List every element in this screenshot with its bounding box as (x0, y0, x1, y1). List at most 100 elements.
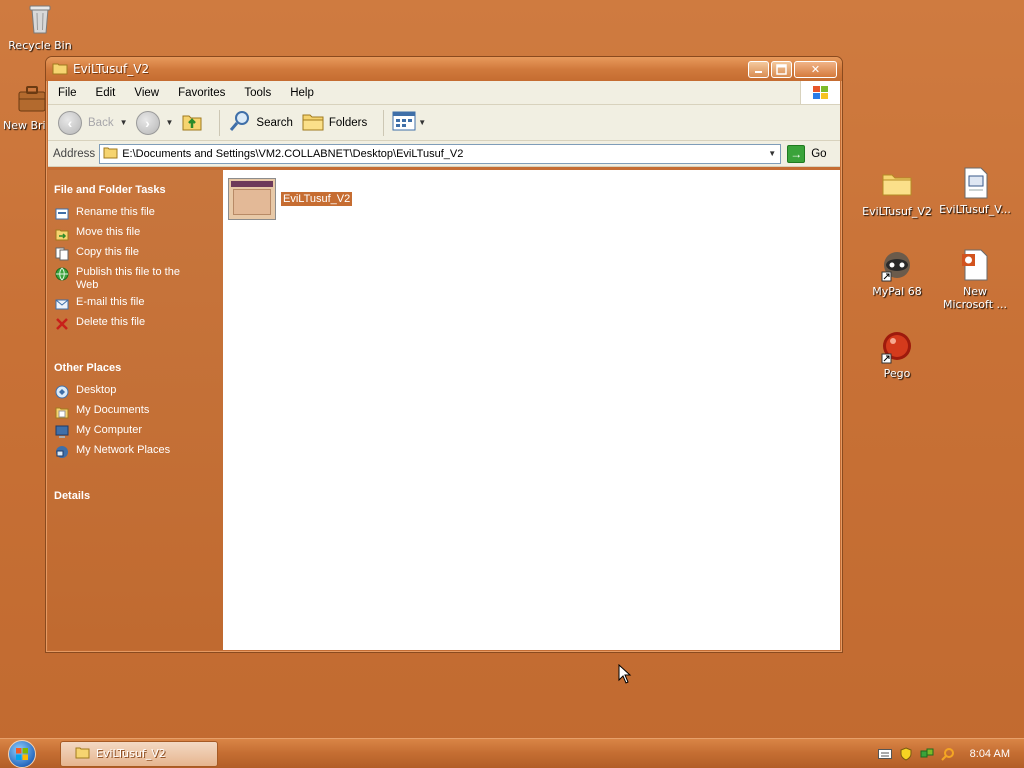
trash-icon (23, 2, 57, 36)
place-label: My Network Places (76, 444, 171, 456)
task-label: E-mail this file (76, 296, 145, 308)
desktop-icon-label: EviLTusuf_V2 (862, 205, 932, 218)
file-list[interactable]: EviLTusuf_V2 (223, 170, 840, 650)
task-email[interactable]: E-mail this file (54, 296, 223, 312)
copy-icon (54, 246, 70, 262)
desktop-shortcut-pego[interactable]: Pego (859, 330, 935, 380)
file-name[interactable]: EviLTusuf_V2 (281, 192, 353, 206)
red-ball-icon (880, 330, 914, 364)
file-tasks-title[interactable]: File and Folder Tasks (54, 184, 223, 196)
security-shield-icon[interactable] (899, 746, 913, 761)
taskbar-item-label: EviLTusuf_V2 (96, 747, 166, 760)
network-places-icon (54, 444, 70, 460)
raccoon-icon (880, 248, 914, 282)
menu-view[interactable]: View (124, 87, 168, 99)
folder-icon (75, 746, 90, 762)
go-label: Go (811, 147, 827, 160)
search-label: Search (256, 116, 293, 129)
up-folder-button[interactable] (181, 110, 203, 135)
search-tray-icon[interactable] (940, 747, 955, 761)
address-path: E:\Documents and Settings\VM2.COLLABNET\… (122, 147, 464, 160)
place-my-computer[interactable]: My Computer (54, 424, 223, 440)
address-label: Address (53, 147, 96, 160)
powerpoint-icon (958, 248, 992, 282)
close-button[interactable]: ✕ (794, 60, 837, 78)
back-button[interactable]: ‹ Back ▼ (58, 110, 128, 135)
folders-button[interactable]: Folders (301, 110, 367, 135)
menu-bar: File Edit View Favorites Tools Help (48, 81, 840, 105)
task-label: Rename this file (76, 206, 155, 218)
back-arrow-icon: ‹ (58, 110, 82, 135)
back-dropdown-icon[interactable]: ▼ (120, 118, 128, 127)
briefcase-icon (15, 82, 49, 116)
desktop-folder-eviltusuf[interactable]: EviLTusuf_V2 (859, 168, 935, 218)
file-item[interactable]: EviLTusuf_V2 (228, 178, 353, 220)
task-label: Delete this file (76, 316, 146, 328)
task-pane: File and Folder Tasks Rename this file M… (48, 170, 223, 650)
search-icon (228, 109, 252, 136)
other-places-title[interactable]: Other Places (54, 362, 223, 374)
my-computer-icon (54, 424, 70, 440)
folder-icon (880, 168, 914, 202)
task-move[interactable]: Move this file (54, 226, 223, 242)
place-desktop[interactable]: Desktop (54, 384, 223, 400)
address-bar: Address E:\Documents and Settings\VM2.CO… (48, 141, 840, 167)
toolbar-separator (383, 109, 385, 136)
go-arrow-icon: → (787, 144, 806, 163)
start-button[interactable] (0, 739, 44, 768)
search-button[interactable]: Search (228, 109, 293, 136)
desktop-file-new-microsoft[interactable]: New Microsoft ... (937, 248, 1013, 311)
address-dropdown-icon[interactable]: ▼ (764, 145, 780, 163)
email-icon (54, 296, 70, 312)
task-label: Copy this file (76, 246, 139, 258)
menu-file[interactable]: File (48, 87, 86, 99)
clock[interactable]: 8:04 AM (970, 748, 1010, 760)
taskbar: EviLTusuf_V2 8:04 AM (0, 738, 1024, 768)
keyboard-icon[interactable] (877, 747, 892, 761)
mouse-pointer-icon (618, 663, 632, 687)
details-title[interactable]: Details (54, 490, 223, 502)
desktop-shortcut-mypal[interactable]: MyPal 68 (859, 248, 935, 298)
taskbar-item-eviltusuf[interactable]: EviLTusuf_V2 (60, 740, 218, 767)
place-my-network-places[interactable]: My Network Places (54, 444, 223, 460)
delete-icon (54, 316, 70, 332)
menu-tools[interactable]: Tools (234, 87, 280, 99)
forward-button[interactable]: › ▼ (135, 110, 174, 135)
folder-icon (103, 146, 118, 162)
views-icon (392, 111, 416, 134)
task-publish[interactable]: Publish this file to the Web (54, 266, 223, 292)
place-label: Desktop (76, 384, 117, 396)
menu-favorites[interactable]: Favorites (168, 87, 234, 99)
forward-arrow-icon: › (135, 110, 160, 135)
task-delete[interactable]: Delete this file (54, 316, 223, 332)
desktop-icon-label: MyPal 68 (872, 285, 922, 298)
move-icon (54, 226, 70, 242)
desktop-icon (54, 384, 70, 400)
maximize-button[interactable] (771, 60, 792, 78)
back-label: Back (88, 116, 114, 129)
desktop-icon-label: EviLTusuf_V... (939, 203, 1011, 216)
place-my-documents[interactable]: My Documents (54, 404, 223, 420)
menu-help[interactable]: Help (280, 87, 323, 99)
place-label: My Documents (76, 404, 150, 416)
window-content: File and Folder Tasks Rename this file M… (48, 170, 840, 650)
go-button[interactable]: → Go (787, 144, 827, 163)
folders-icon (301, 110, 325, 135)
desktop-file-eviltusuf[interactable]: EviLTusuf_V... (937, 166, 1013, 216)
menu-edit[interactable]: Edit (86, 87, 125, 99)
views-button[interactable]: ▼ (392, 111, 426, 134)
network-icon[interactable] (920, 747, 934, 761)
folders-label: Folders (328, 116, 368, 129)
task-rename[interactable]: Rename this file (54, 206, 223, 222)
minimize-button[interactable] (748, 60, 769, 78)
recycle-bin-icon[interactable]: Recycle Bin (2, 2, 78, 52)
explorer-window: EviLTusuf_V2 ✕ File Edit View Favorites … (45, 56, 843, 653)
address-input[interactable]: E:\Documents and Settings\VM2.COLLABNET\… (99, 143, 782, 164)
task-copy[interactable]: Copy this file (54, 246, 223, 262)
forward-dropdown-icon[interactable]: ▼ (166, 118, 174, 127)
windows-logo-icon (800, 81, 840, 104)
title-bar[interactable]: EviLTusuf_V2 ✕ (46, 57, 842, 81)
standard-toolbar: ‹ Back ▼ › ▼ Search Folders ▼ (48, 105, 840, 141)
